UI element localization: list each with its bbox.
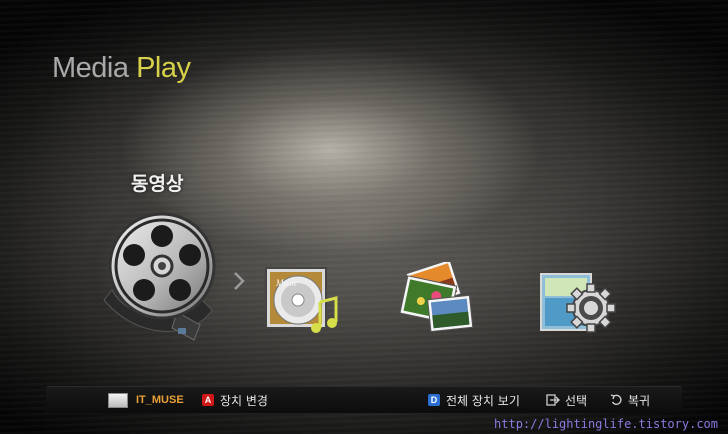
title-media: Media — [52, 52, 129, 84]
return-icon — [610, 394, 622, 405]
title-play: Play — [136, 52, 191, 84]
back-label: 복귀 — [628, 393, 651, 408]
select-label: 선택 — [565, 393, 588, 408]
watermark-url: http://lightinglife.tistory.com — [494, 417, 718, 431]
view-all-devices-button[interactable]: D 전체 장치 보기 — [428, 392, 520, 408]
selected-category-label: 동영상 — [131, 173, 184, 195]
device-icon — [108, 392, 128, 408]
change-device-button[interactable]: A 장치 변경 — [202, 392, 268, 408]
enter-icon — [546, 394, 560, 406]
red-a-key-icon: A — [202, 394, 214, 406]
select-button[interactable]: 선택 — [546, 392, 587, 408]
photos-icon[interactable] — [395, 262, 475, 334]
back-button[interactable]: 복귀 — [610, 392, 650, 408]
device-name: IT_MUSE — [136, 394, 184, 406]
change-device-label: 장치 변경 — [220, 393, 268, 408]
chevron-right-icon — [234, 272, 245, 290]
settings-gear-icon[interactable] — [535, 268, 617, 336]
music-cd-icon[interactable]: Music — [262, 262, 346, 338]
film-reel-icon[interactable] — [82, 200, 232, 350]
view-all-devices-label: 전체 장치 보기 — [446, 393, 520, 408]
page-title: Media Play — [52, 52, 191, 85]
blue-d-key-icon: D — [428, 394, 440, 406]
svg-text:Music: Music — [275, 278, 298, 288]
current-device: IT_MUSE — [108, 392, 184, 408]
